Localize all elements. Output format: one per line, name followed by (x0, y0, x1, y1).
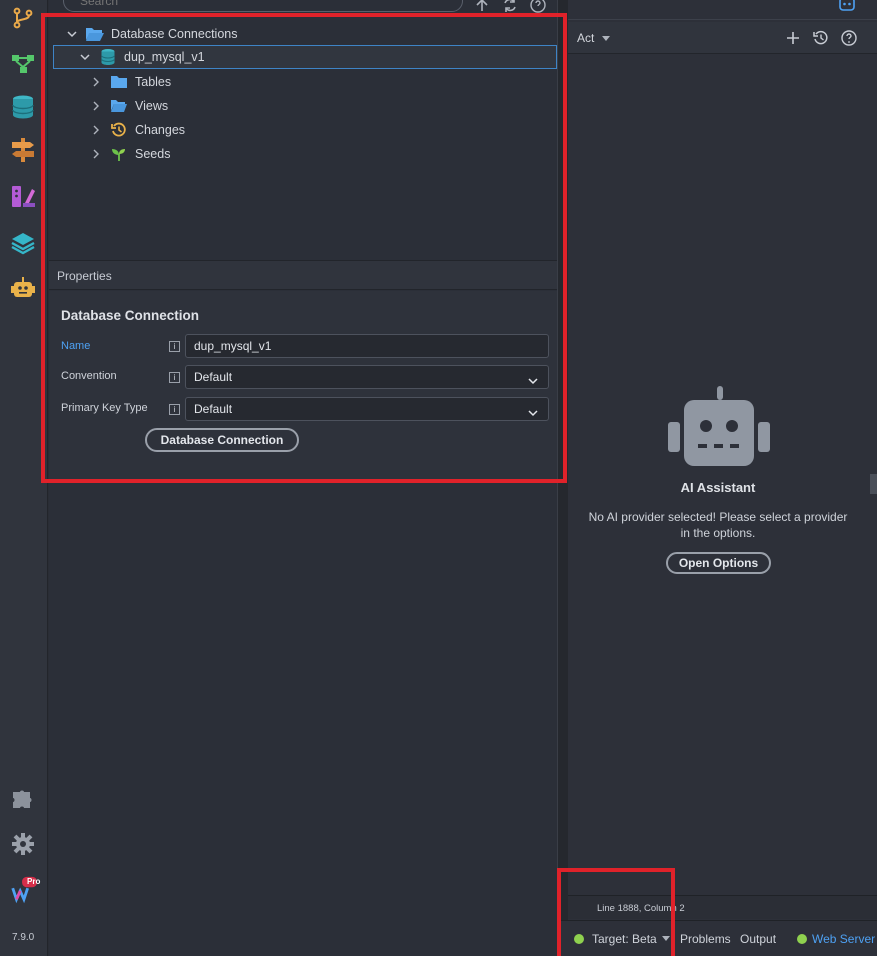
explorer-empty-area (49, 481, 557, 956)
web-server-status-dot (797, 934, 807, 944)
chevron-down-icon[interactable] (78, 50, 92, 64)
caret-down-icon[interactable] (662, 936, 670, 941)
robot-icon[interactable] (9, 274, 37, 302)
tree-item-tables[interactable]: Tables (53, 70, 557, 94)
status-bar: Target: Beta Problems Output Web Server (557, 920, 877, 956)
properties-panel: Database Connection Name i dup_mysql_v1 … (49, 291, 557, 481)
app-version: 7.9.0 (12, 932, 35, 943)
info-icon[interactable]: i (169, 341, 180, 352)
editor-status-line: Line 1888, Column 2 (568, 895, 877, 919)
ai-assistant-panel: Act AI Assistant No AI provider selected… (568, 0, 877, 956)
problems-tab[interactable]: Problems (680, 932, 731, 946)
convention-select[interactable]: Default (185, 365, 549, 389)
convention-label: Convention (61, 370, 117, 382)
folder-icon (109, 73, 129, 91)
database-connection-button[interactable]: Database Connection (145, 428, 299, 452)
primary-key-type-label: Primary Key Type (61, 402, 148, 414)
chevron-right-icon[interactable] (89, 99, 103, 113)
tree-item-label: Views (135, 99, 169, 113)
chevron-right-icon[interactable] (89, 147, 103, 161)
right-panel-topbar (568, 0, 877, 20)
database-icon (98, 48, 118, 66)
name-field[interactable]: dup_mysql_v1 (185, 334, 549, 358)
pro-logo-icon[interactable]: Pro (9, 876, 41, 904)
info-icon[interactable]: i (169, 372, 180, 383)
mode-select[interactable]: Act (577, 31, 594, 45)
database-tree: Database Connections dup_mysql_v1 Tables… (53, 20, 557, 256)
primary-key-type-value: Default (194, 402, 233, 416)
git-branch-icon[interactable] (9, 4, 37, 32)
ide-window: Pro 7.9.0 Database Connections (0, 0, 877, 956)
chevron-right-icon[interactable] (89, 123, 103, 137)
folder-open-icon (109, 97, 129, 115)
settings-gear-icon[interactable] (9, 830, 37, 858)
tree-item-seeds[interactable]: Seeds (53, 142, 557, 166)
explorer-panel: Database Connections dup_mysql_v1 Tables… (49, 0, 557, 956)
history-icon (109, 121, 129, 139)
panel-splitter[interactable] (557, 0, 568, 956)
ai-toolbar: Act (568, 22, 877, 54)
name-value: dup_mysql_v1 (194, 339, 272, 353)
chevron-right-icon[interactable] (89, 75, 103, 89)
help-icon[interactable] (839, 28, 859, 48)
workflow-icon[interactable] (9, 50, 37, 78)
ai-empty-message: No AI provider selected! Please select a… (588, 510, 848, 540)
ai-robot-icon (668, 386, 770, 473)
cursor-position: Line 1888, Column 2 (597, 903, 685, 914)
robot-icon[interactable] (838, 0, 856, 17)
tree-item-label: Tables (135, 75, 172, 89)
tree-item-connection[interactable]: dup_mysql_v1 (53, 45, 557, 69)
tree-item-changes[interactable]: Changes (53, 118, 557, 142)
tree-item-label: Changes (135, 123, 186, 137)
caret-down-icon[interactable] (602, 36, 610, 41)
database-icon[interactable] (9, 93, 37, 121)
tree-root-label: Database Connections (111, 27, 238, 41)
tree-root-database-connections[interactable]: Database Connections (53, 22, 557, 46)
scrollbar-thumb[interactable] (870, 474, 877, 494)
help-icon[interactable] (529, 0, 547, 14)
activity-bar: Pro 7.9.0 (0, 0, 48, 956)
properties-header: Properties (49, 260, 557, 290)
folder-open-icon (85, 25, 105, 43)
layers-icon[interactable] (9, 229, 37, 257)
tree-item-label: Seeds (135, 147, 171, 161)
design-tools-icon[interactable] (9, 182, 37, 210)
output-tab[interactable]: Output (740, 932, 776, 946)
chevron-down-icon[interactable] (65, 27, 79, 41)
chevron-down-icon (528, 371, 538, 393)
tree-item-views[interactable]: Views (53, 94, 557, 118)
signpost-icon[interactable] (9, 136, 37, 164)
ai-assistant-title: AI Assistant (680, 480, 756, 495)
convention-value: Default (194, 370, 233, 384)
connection-label: dup_mysql_v1 (124, 50, 205, 64)
arrow-up-icon[interactable] (473, 0, 491, 14)
primary-key-type-select[interactable]: Default (185, 397, 549, 421)
add-icon[interactable] (783, 28, 803, 48)
info-icon[interactable]: i (169, 404, 180, 415)
open-options-button[interactable]: Open Options (666, 552, 771, 574)
target-selector[interactable]: Target: Beta (592, 932, 657, 946)
properties-title: Database Connection (61, 308, 200, 323)
pro-badge-label: Pro (27, 877, 41, 886)
name-label: Name (61, 340, 91, 352)
sprout-icon (109, 145, 129, 163)
chevron-down-icon (528, 403, 538, 425)
refresh-icon[interactable] (501, 0, 519, 14)
target-status-dot (574, 934, 584, 944)
extensions-puzzle-icon[interactable] (9, 786, 37, 814)
search-input[interactable] (63, 0, 463, 12)
history-icon[interactable] (811, 28, 831, 48)
search-bar (49, 0, 557, 16)
web-server-link[interactable]: Web Server (812, 932, 875, 946)
